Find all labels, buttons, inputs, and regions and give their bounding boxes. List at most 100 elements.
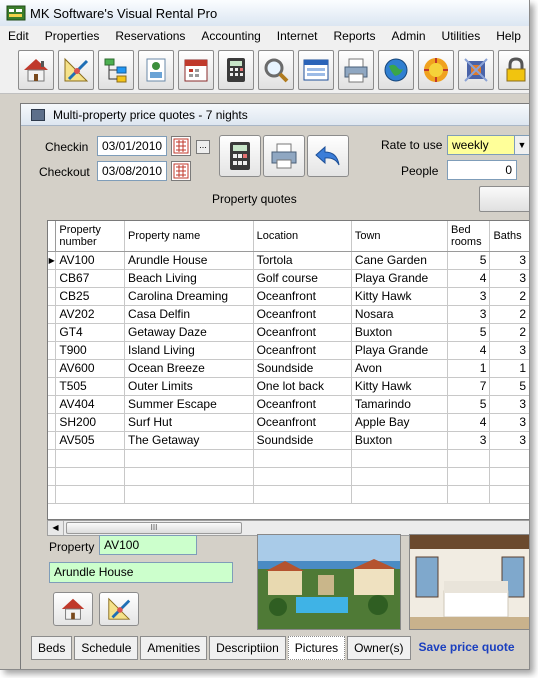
table-cell[interactable]: AV202	[55, 305, 126, 324]
table-cell[interactable]	[447, 449, 491, 468]
table-row[interactable]: AV505 The Getaway Soundside Buxton 3 3	[48, 431, 529, 450]
table-row[interactable]: ▶ AV100 Arundle House Tortola Cane Garden 5 3	[48, 251, 529, 270]
table-cell[interactable]: Oceanfront	[253, 287, 352, 306]
table-cell[interactable]: Getaway Daze	[124, 323, 254, 342]
table-cell[interactable]: Apple Bay	[351, 413, 449, 432]
row-selector[interactable]: ▶	[48, 251, 57, 270]
rate-dropdown-arrow[interactable]: ▼	[514, 135, 529, 155]
table-cell[interactable]	[489, 467, 529, 486]
table-row[interactable]: AV404 Summer Escape Oceanfront Tamarindo 5 3	[48, 395, 529, 414]
table-cell[interactable]: AV505	[55, 431, 126, 450]
print-button[interactable]	[338, 50, 374, 90]
table-row[interactable]	[48, 449, 529, 468]
menu-admin[interactable]: Admin	[384, 29, 434, 43]
table-cell[interactable]: 3	[489, 251, 529, 270]
table-row[interactable]	[48, 485, 529, 504]
table-cell[interactable]: Nosara	[351, 305, 449, 324]
menu-edit[interactable]: Edit	[0, 29, 37, 43]
column-header-baths[interactable]: Baths	[489, 221, 529, 252]
row-selector[interactable]	[48, 467, 57, 486]
table-cell[interactable]: 2	[489, 287, 529, 306]
menu-help[interactable]: Help	[488, 29, 529, 43]
calculate-button[interactable]	[219, 135, 261, 177]
row-selector[interactable]	[48, 341, 57, 360]
table-cell[interactable]: Surf Hut	[124, 413, 254, 432]
table-cell[interactable]: Soundside	[253, 359, 352, 378]
table-cell[interactable]: Oceanfront	[253, 305, 352, 324]
tab-schedule[interactable]: Schedule	[74, 636, 139, 660]
table-row[interactable]: GT4 Getaway Daze Oceanfront Buxton 5 2	[48, 323, 529, 342]
table-row[interactable]: SH200 Surf Hut Oceanfront Apple Bay 4 3	[48, 413, 529, 432]
row-selector[interactable]	[48, 305, 57, 324]
table-row[interactable]	[48, 467, 529, 486]
table-cell[interactable]	[351, 467, 449, 486]
drafting-tools-button[interactable]	[58, 50, 94, 90]
table-cell[interactable]: The Getaway	[124, 431, 254, 450]
table-cell[interactable]: Oceanfront	[253, 341, 352, 360]
table-cell[interactable]: Tortola	[253, 251, 352, 270]
back-button[interactable]	[307, 135, 349, 177]
table-cell[interactable]: 5	[447, 251, 491, 270]
table-row[interactable]: T505 Outer Limits One lot back Kitty Hawk 7 5	[48, 377, 529, 396]
menu-utilities[interactable]: Utilities	[434, 29, 489, 43]
table-cell[interactable]	[351, 449, 449, 468]
people-field[interactable]: 0	[447, 160, 517, 180]
table-cell[interactable]: Outer Limits	[124, 377, 254, 396]
table-cell[interactable]	[253, 485, 352, 504]
table-cell[interactable]: Oceanfront	[253, 413, 352, 432]
table-cell[interactable]: Oceanfront	[253, 395, 352, 414]
row-selector[interactable]	[48, 377, 57, 396]
menu-reports[interactable]: Reports	[326, 29, 384, 43]
table-cell[interactable]: 4	[447, 269, 491, 288]
table-cell[interactable]: Playa Grande	[351, 269, 449, 288]
table-cell[interactable]: 3	[447, 305, 491, 324]
checkout-calendar-button[interactable]	[171, 161, 191, 181]
table-cell[interactable]	[253, 467, 352, 486]
table-cell[interactable]: Beach Living	[124, 269, 254, 288]
table-cell[interactable]: T900	[55, 341, 126, 360]
menu-internet[interactable]: Internet	[269, 29, 326, 43]
table-cell[interactable]: 2	[489, 323, 529, 342]
table-cell[interactable]: Summer Escape	[124, 395, 254, 414]
table-cell[interactable]	[55, 485, 126, 504]
calculator-button[interactable]	[218, 50, 254, 90]
table-cell[interactable]	[351, 485, 449, 504]
save-price-quote-link[interactable]: Save price quote	[413, 636, 521, 660]
table-cell[interactable]: Buxton	[351, 323, 449, 342]
table-cell[interactable]: 1	[489, 359, 529, 378]
table-cell[interactable]: 3	[489, 395, 529, 414]
table-row[interactable]: CB67 Beach Living Golf course Playa Grande 4…	[48, 269, 529, 288]
table-cell[interactable]	[124, 485, 254, 504]
property-name-field[interactable]: Arundle House	[49, 562, 233, 583]
table-cell[interactable]: 4	[447, 413, 491, 432]
table-cell[interactable]: Island Living	[124, 341, 254, 360]
calendar-button[interactable]	[178, 50, 214, 90]
tools-button[interactable]	[458, 50, 494, 90]
table-cell[interactable]	[55, 467, 126, 486]
rate-select[interactable]: weekly	[447, 135, 515, 155]
table-cell[interactable]: 5	[447, 395, 491, 414]
table-cell[interactable]	[55, 449, 126, 468]
tab-description[interactable]: Descriptiion	[209, 636, 286, 660]
row-selector[interactable]	[48, 323, 57, 342]
row-selector[interactable]	[48, 485, 57, 504]
table-cell[interactable]: 4	[447, 341, 491, 360]
table-row[interactable]: AV202 Casa Delfin Oceanfront Nosara 3 2	[48, 305, 529, 324]
column-header-location[interactable]: Location	[253, 221, 352, 252]
checkin-calendar-button[interactable]	[171, 136, 191, 156]
table-cell[interactable]: Casa Delfin	[124, 305, 254, 324]
checkin-field[interactable]: 03/01/2010	[97, 136, 167, 156]
table-cell[interactable]: 5	[489, 377, 529, 396]
menu-reservations[interactable]: Reservations	[107, 29, 193, 43]
table-cell[interactable]: Ocean Breeze	[124, 359, 254, 378]
form-window-button[interactable]	[298, 50, 334, 90]
property-number-field[interactable]: AV100	[99, 535, 197, 555]
table-row[interactable]: AV600 Ocean Breeze Soundside Avon 1 1	[48, 359, 529, 378]
column-header-property-name[interactable]: Property name	[124, 221, 254, 252]
table-cell[interactable]: GT4	[55, 323, 126, 342]
table-cell[interactable]: Playa Grande	[351, 341, 449, 360]
table-cell[interactable]: 3	[447, 287, 491, 306]
people-contacts-button[interactable]	[138, 50, 174, 90]
table-cell[interactable]: Avon	[351, 359, 449, 378]
column-header-property-number[interactable]: Property number	[55, 221, 126, 252]
